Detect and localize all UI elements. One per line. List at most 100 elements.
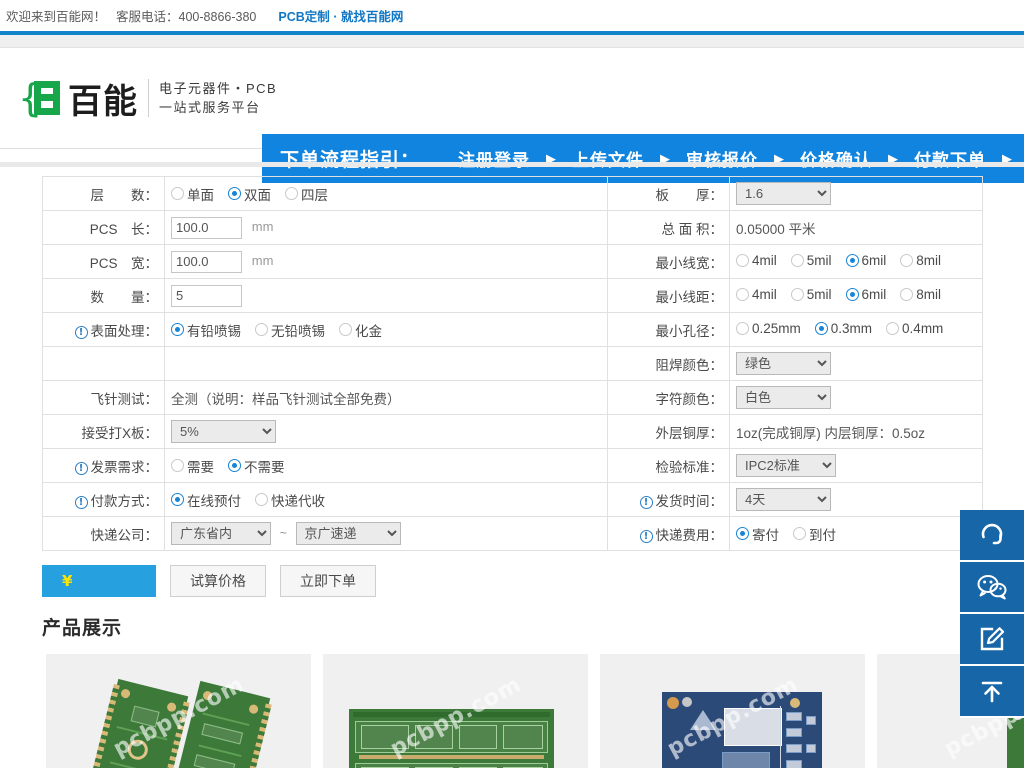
radio-min-width-5mil[interactable]: 5mil [790,253,832,268]
select-x-out[interactable]: 5% [171,420,276,443]
radio-surface-leadfree[interactable]: 无铅喷锡 [255,320,325,340]
table-row: 接受打X板： 5% 外层铜厚： 1oz(完成铜厚) 内层铜厚：0.5oz [42,414,983,449]
field-express: 广东省内 ~ 京广速递 [164,516,608,551]
pcb-image [89,678,190,768]
field-x-out: 5% [164,414,608,449]
unit-pcs-width: mm [251,253,274,269]
input-quantity[interactable] [171,284,242,307]
input-pcs-length[interactable] [171,216,242,239]
logo-tagline: 电子元器件・PCB 一站式服务平台 [159,79,277,117]
table-row: PCS 长： mm 总 面 积： 0.05000 平米 [42,210,983,245]
info-icon[interactable]: ! [639,529,653,543]
label-empty [42,346,165,381]
calculate-price-button[interactable]: 试算价格 [170,565,266,597]
radio-group-min-width: 4mil 5mil 6mil 8mil [736,253,955,268]
select-inspect-standard[interactable]: IPC2标准 [736,454,836,477]
showcase-title: 产品展示 [42,618,123,639]
label-pcs-length: PCS 长： [42,210,165,245]
select-solder-color[interactable]: 绿色 [736,352,831,375]
select-thickness[interactable]: 1.6 [736,182,831,205]
radio-min-width-4mil[interactable]: 4mil [736,253,777,268]
product-card[interactable]: pcbpp.com [46,654,311,768]
radio-group-shipping-fee: 寄付 到付 [736,524,850,544]
field-thickness: 1.6 [729,176,983,211]
radio-shipping-prepaid[interactable]: 寄付 [736,524,779,544]
table-row: ! 表面处理： 有铅喷锡 无铅喷锡 化金 最小孔径： 0.25mm 0.3mm 0… [42,312,983,347]
table-row: 阻焊颜色： 绿色 [42,346,983,381]
label-x-out: 接受打X板： [42,414,165,449]
label-surface: ! 表面处理： [42,312,165,347]
radio-invoice-yes[interactable]: 需要 [171,456,214,476]
price-display-button[interactable]: ¥ [42,565,156,597]
table-row: 快递公司： 广东省内 ~ 京广速递 ! 快递费用： 寄付 到付 [42,516,983,551]
field-inspect: IPC2标准 [729,448,983,483]
product-gallery: pcbpp.com pcbpp.com pcbpp.com [0,640,1024,768]
radio-group-payment: 在线预付 快递代收 [171,490,339,510]
express-separator: ~ [279,526,287,541]
field-payment: 在线预付 快递代收 [164,482,608,517]
page-body: 层 数： 单面 双面 四层 板 厚： 1.6 PCS 长： 100.0 mm 总… [0,162,1024,768]
select-char-color[interactable]: 白色 [736,386,831,409]
radio-min-hole-025[interactable]: 0.25mm [736,321,801,336]
radio-layers-four[interactable]: 四层 [285,184,328,204]
label-min-hole: 最小孔径： [607,312,730,347]
table-row: 飞针测试： 全测（说明：样品飞针测试全部免费） 字符颜色： 白色 [42,380,983,415]
select-delivery-time[interactable]: 4天 [736,488,831,511]
logo-tagline-line2: 一站式服务平台 [159,100,261,115]
radio-min-hole-03[interactable]: 0.3mm [814,321,872,336]
radio-min-hole-04[interactable]: 0.4mm [886,321,943,336]
radio-invoice-no[interactable]: 不需要 [228,456,285,476]
logo-brand-text: 百能 [68,82,138,121]
site-logo[interactable]: { 百能 电子元器件・PCB 一站式服务平台 [0,74,277,123]
radio-surface-leaded[interactable]: 有铅喷锡 [171,320,241,340]
info-icon[interactable]: ! [74,495,88,509]
info-icon[interactable]: ! [74,325,88,339]
select-express-company[interactable]: 京广速递 [295,522,401,545]
customer-service-button[interactable] [960,510,1024,562]
field-layers: 单面 双面 四层 [164,176,608,211]
scroll-top-icon [978,677,1006,705]
scroll-to-top-button[interactable] [960,666,1024,718]
headset-icon [977,520,1007,550]
table-row: 层 数： 单面 双面 四层 板 厚： 1.6 [42,176,983,211]
floating-sidebar [960,510,1024,718]
radio-min-space-5mil[interactable]: 5mil [790,287,832,302]
calculator-table: 层 数： 单面 双面 四层 板 厚： 1.6 PCS 长： 100.0 mm 总… [42,176,983,551]
field-empty [164,346,608,381]
label-min-space: 最小线距： [607,278,730,313]
place-order-button[interactable]: 立即下单 [280,565,376,597]
field-min-space: 4mil 5mil 6mil 8mil [729,278,983,313]
radio-surface-enig[interactable]: 化金 [339,320,382,340]
radio-payment-online[interactable]: 在线预付 [171,490,241,510]
radio-min-width-6mil[interactable]: 6mil [845,253,886,268]
field-surface: 有铅喷锡 无铅喷锡 化金 [164,312,608,347]
radio-min-space-6mil[interactable]: 6mil [845,287,886,302]
logo-divider [148,79,149,117]
radio-payment-cod[interactable]: 快递代收 [255,490,325,510]
label-inspect: 检验标准： [607,448,730,483]
radio-layers-single[interactable]: 单面 [171,184,214,204]
logo-mark-icon: { [18,78,62,118]
welcome-text: 欢迎来到百能网！ [6,10,107,24]
feedback-button[interactable] [960,614,1024,666]
field-min-hole: 0.25mm 0.3mm 0.4mm [729,312,983,347]
radio-min-space-4mil[interactable]: 4mil [736,287,777,302]
wechat-button[interactable] [960,562,1024,614]
radio-min-space-8mil[interactable]: 8mil [900,287,941,302]
table-row: 数 量： 最小线距： 4mil 5mil 6mil 8mil [42,278,983,313]
site-slogan[interactable]: PCB定制 · 就找百能网 [278,6,403,25]
site-header: { 百能 电子元器件・PCB 一站式服务平台 下单流程指引： 注册登录 ▶ 上传… [0,48,1024,183]
unit-pcs-length: mm [251,219,274,235]
radio-group-layers: 单面 双面 四层 [171,184,342,204]
product-card[interactable]: pcbpp.com [600,654,865,768]
product-card[interactable]: pcbpp.com [323,654,588,768]
radio-layers-double[interactable]: 双面 [228,184,271,204]
select-express-region[interactable]: 广东省内 [171,522,271,545]
radio-shipping-collect[interactable]: 到付 [793,524,836,544]
input-pcs-width[interactable] [171,250,242,273]
info-icon[interactable]: ! [74,461,88,475]
info-icon[interactable]: ! [639,495,653,509]
field-copper: 1oz(完成铜厚) 内层铜厚：0.5oz [729,414,983,449]
field-delivery: 4天 [729,482,983,517]
radio-min-width-8mil[interactable]: 8mil [900,253,941,268]
